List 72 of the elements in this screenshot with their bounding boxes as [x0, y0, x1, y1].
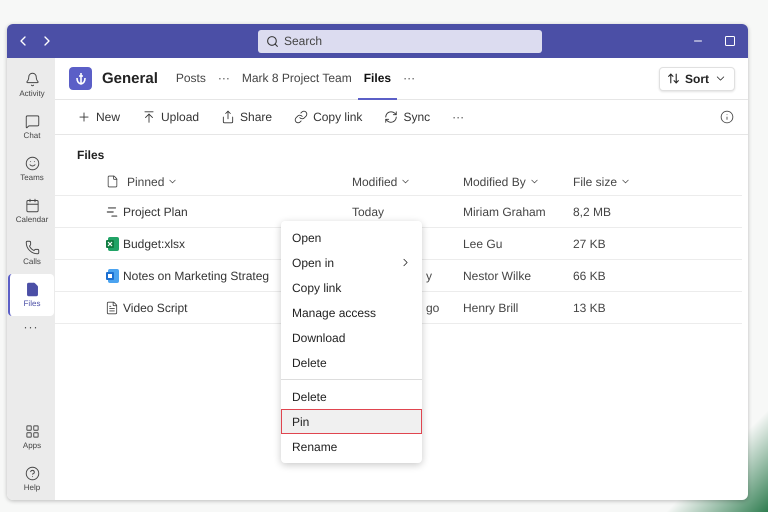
document-icon: [106, 268, 119, 282]
file-icon: [105, 300, 119, 314]
menu-item[interactable]: Delete: [281, 384, 422, 409]
link-icon: [294, 110, 308, 124]
share-icon: [221, 110, 236, 124]
channel-tab[interactable]: Mark 8 Project Team: [236, 58, 358, 100]
menu-item[interactable]: Rename: [281, 434, 422, 459]
phone-icon: [24, 240, 40, 255]
table-cell-text: 66 KB: [573, 268, 607, 282]
calendar-icon: [24, 198, 40, 213]
info-icon[interactable]: [720, 110, 734, 124]
plus-icon: [77, 110, 91, 124]
toolbar-button[interactable]: Upload: [142, 110, 200, 124]
upload-icon: [142, 110, 156, 124]
maximize-icon[interactable]: [724, 35, 736, 47]
file-icon: [106, 175, 119, 188]
smiley-icon: [24, 156, 40, 171]
table-cell-text: Miriam Graham: [463, 204, 547, 218]
table-cell-text: Henry Brill: [463, 300, 520, 314]
sidebar-item[interactable]: Files: [8, 274, 54, 316]
menu-item[interactable]: Copy link: [281, 275, 422, 300]
column-header[interactable]: Modified By: [463, 174, 573, 188]
column-header[interactable]: Pinned: [127, 174, 352, 188]
help-icon: [24, 466, 40, 481]
more-tabs[interactable]: ···: [212, 58, 236, 100]
column-header[interactable]: File size: [573, 174, 742, 188]
table-cell: y: [426, 268, 432, 282]
section-title: Files: [76, 147, 106, 164]
spreadsheet-icon: [106, 236, 119, 250]
search-icon: [266, 34, 279, 48]
menu-item[interactable]: Manage access: [281, 300, 422, 325]
menu-item[interactable]: Delete: [281, 350, 422, 375]
anchor-icon: [74, 72, 86, 85]
menu-item[interactable]: Open: [281, 225, 422, 250]
toolbar-button[interactable]: Copy link: [294, 110, 362, 124]
column-header[interactable]: Modified: [352, 174, 463, 188]
apps-icon: [24, 424, 40, 439]
sidebar-item[interactable]: Apps: [8, 416, 54, 458]
more-actions[interactable]: ···: [452, 110, 464, 124]
sort-button[interactable]: Sort: [659, 66, 735, 90]
toolbar-button[interactable]: New: [77, 110, 120, 124]
sidebar-item[interactable]: Chat: [8, 106, 54, 148]
sidebar-item[interactable]: Teams: [8, 148, 54, 190]
table-cell-text: Today: [352, 204, 386, 218]
menu-item[interactable]: Open in: [281, 250, 422, 275]
channel-tab[interactable]: Posts: [170, 58, 212, 100]
sidebar-item[interactable]: Calls: [8, 232, 54, 274]
more-tabs[interactable]: ···: [397, 58, 422, 100]
chart-icon: [105, 204, 119, 218]
search-field[interactable]: Search: [258, 30, 542, 52]
table-cell: go: [426, 300, 440, 314]
table-cell-text: Lee Gu: [463, 236, 504, 250]
channel-title: General: [102, 70, 158, 87]
table-cell-text: 8,2 MB: [573, 204, 612, 218]
file-icon: [24, 282, 40, 297]
sort-icon: [667, 72, 680, 85]
table-cell-text: Nestor Wilke: [463, 268, 532, 282]
chat-icon: [24, 114, 40, 129]
file-name[interactable]: Project Plan: [123, 204, 352, 218]
menu-item[interactable]: Download: [281, 325, 422, 350]
table-cell-text: 27 KB: [573, 236, 607, 250]
more-apps[interactable]: ···: [24, 320, 38, 334]
channel-tab[interactable]: Files: [358, 58, 398, 100]
table-cell-text: 13 KB: [573, 300, 607, 314]
sidebar-item[interactable]: Activity: [8, 64, 54, 106]
sidebar-item[interactable]: Help: [8, 458, 54, 500]
sync-icon: [384, 110, 398, 124]
bell-icon: [24, 72, 40, 87]
sidebar-item[interactable]: Calendar: [8, 190, 54, 232]
toolbar-button[interactable]: Share: [221, 110, 272, 124]
menu-item[interactable]: Pin: [281, 409, 422, 434]
toolbar-button[interactable]: Sync: [384, 110, 430, 124]
